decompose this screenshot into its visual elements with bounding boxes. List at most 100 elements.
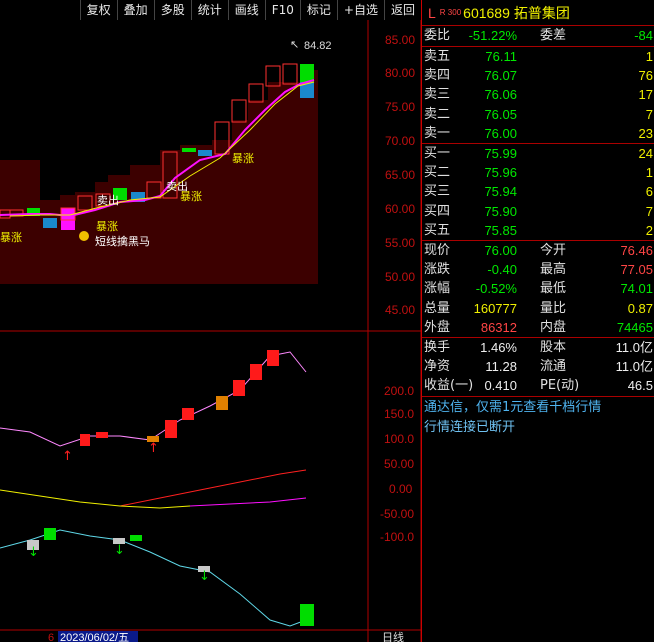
buy-price: 75.85 <box>484 222 517 238</box>
promo-notice[interactable]: 通达信，仅需1元查看千档行情 <box>424 398 654 418</box>
finance-value: 11.0亿 <box>615 359 653 375</box>
signal-bar <box>96 432 108 438</box>
sell-volume: 1 <box>645 49 653 64</box>
stat-label: 涨跌 <box>424 262 451 278</box>
sell-volume: 23 <box>638 125 653 141</box>
sell-volume: 76 <box>638 68 653 84</box>
buy-level-row: 买一 75.99 24 <box>422 144 654 163</box>
stat-value: 77.05 <box>620 262 653 278</box>
date-axis-index: 6 <box>48 632 54 642</box>
stat-value: -0.40 <box>487 262 517 278</box>
period-label[interactable]: 日线 <box>382 630 404 642</box>
annotation-surge: 暴涨 <box>96 220 118 233</box>
indicator-tick: 200.0 <box>384 384 414 398</box>
stat-row: 涨幅 -0.52% 最低 74.01 <box>422 279 654 298</box>
indicator-line-magenta <box>189 497 307 507</box>
finance-value: 11.0亿 <box>615 340 653 355</box>
sell-level-label: 卖一 <box>424 125 451 141</box>
sell-arrow-icon: ↓ <box>199 569 210 584</box>
sell-level-row: 卖三 76.06 17 <box>422 85 654 104</box>
sell-arrow-icon: ↓ <box>114 543 125 558</box>
price-tick: 65.00 <box>385 168 415 182</box>
buy-price: 75.96 <box>484 165 517 181</box>
restore-rights-button[interactable]: 复权 <box>79 0 117 20</box>
quote-panel: LR 300 601689 拓普集团 委比 -51.22% 委差 -84 卖五 76.… <box>421 0 654 642</box>
signal-bar <box>216 396 228 410</box>
annotation-sell: 卖出 <box>166 179 188 193</box>
buy-level-row: 买五 75.85 2 <box>422 221 654 240</box>
indicator-tick: -100.0 <box>380 530 414 544</box>
sell-level-row: 卖四 76.07 76 <box>422 66 654 85</box>
finance-row: 净资 11.28 流通 11.0亿 <box>422 357 654 376</box>
high-marker-arrow: ↖ <box>290 39 299 51</box>
finance-label: 收益(一) <box>424 378 474 394</box>
buy-volume: 6 <box>645 184 653 200</box>
high-marker-value: 84.82 <box>304 40 332 52</box>
annotation-surge: 暴涨 <box>232 152 254 165</box>
price-tick: 75.00 <box>385 100 415 114</box>
signal-bar <box>300 604 314 626</box>
buy-level-label: 买五 <box>424 222 451 238</box>
stat-row: 总量 160777 量比 0.87 <box>422 299 654 318</box>
annotation-dark-horse: 短线擒黑马 <box>95 234 150 248</box>
weibi-value: -51.22% <box>468 28 517 43</box>
signal-bar <box>182 408 194 420</box>
buy-price: 75.99 <box>484 146 517 161</box>
sell-price: 76.07 <box>484 68 517 84</box>
candle <box>231 99 247 123</box>
stat-value: -0.52% <box>475 281 517 297</box>
stat-label: 外盘 <box>424 319 451 335</box>
annotation-sell: 卖出 <box>97 193 119 207</box>
buy-price: 75.90 <box>484 203 517 219</box>
buy-volume: 2 <box>645 222 653 238</box>
candle <box>198 150 212 156</box>
stat-value: 74.01 <box>620 281 653 297</box>
stat-row: 涨跌 -0.40 最高 77.05 <box>422 260 654 279</box>
market-flag: L <box>428 5 436 21</box>
sell-level-label: 卖二 <box>424 106 451 122</box>
multi-stock-button[interactable]: 多股 <box>153 0 191 20</box>
mark-button[interactable]: 标记 <box>299 0 337 20</box>
stat-row: 外盘 86312 内盘 74465 <box>422 318 654 337</box>
buy-level-label: 买一 <box>424 146 451 161</box>
kline-chart[interactable]: ↖ 84.82 暴涨 暴涨 暴涨 暴涨 卖出 卖出 短线擒黑马 85.00 80… <box>0 0 421 642</box>
buy-volume: 7 <box>645 203 653 219</box>
add-watchlist-button[interactable]: +自选 <box>336 0 384 20</box>
statistics-button[interactable]: 统计 <box>190 0 228 20</box>
board-badge: R 300 <box>439 8 462 17</box>
f10-button[interactable]: F10 <box>264 0 300 20</box>
signal-bar <box>233 380 245 396</box>
buy-arrow-icon: ↑ <box>62 449 73 464</box>
draw-line-button[interactable]: 画线 <box>227 0 265 20</box>
stat-label: 最低 <box>540 281 567 297</box>
stat-label: 现价 <box>424 243 451 258</box>
weibi-row: 委比 -51.22% 委差 -84 <box>422 26 654 45</box>
candle <box>182 148 196 152</box>
annotation-surge: 暴涨 <box>0 231 22 244</box>
overlay-button[interactable]: 叠加 <box>116 0 154 20</box>
sell-level-row: 卖二 76.05 7 <box>422 105 654 124</box>
indicator-tick: 150.0 <box>384 407 414 421</box>
sell-level-label: 卖四 <box>424 68 451 84</box>
candle <box>61 208 75 230</box>
signal-bar <box>44 528 56 540</box>
buy-level-label: 买三 <box>424 184 451 200</box>
resistance-area <box>0 70 318 284</box>
sell-level-row: 卖五 76.11 1 <box>422 47 654 66</box>
finance-label: 换手 <box>424 340 451 355</box>
sell-level-label: 卖三 <box>424 87 451 103</box>
signal-dot-icon <box>79 231 89 241</box>
sell-level-row: 卖一 76.00 23 <box>422 124 654 143</box>
sell-level-label: 卖五 <box>424 49 451 64</box>
buy-price: 75.94 <box>484 184 517 200</box>
finance-row: 收益(一) 0.410 PE(动) 46.5 <box>422 376 654 395</box>
stat-value: 86312 <box>480 319 517 335</box>
date-cursor-label: 2023/06/02/五 <box>60 632 129 642</box>
weibi-label: 委比 <box>424 28 451 43</box>
stat-label: 量比 <box>540 300 567 316</box>
buy-volume: 1 <box>645 165 653 181</box>
buy-level-label: 买二 <box>424 165 451 181</box>
connection-status: 行情连接已断开 <box>424 420 516 435</box>
back-button[interactable]: 返回 <box>383 0 421 20</box>
finance-value: 0.410 <box>484 378 517 394</box>
